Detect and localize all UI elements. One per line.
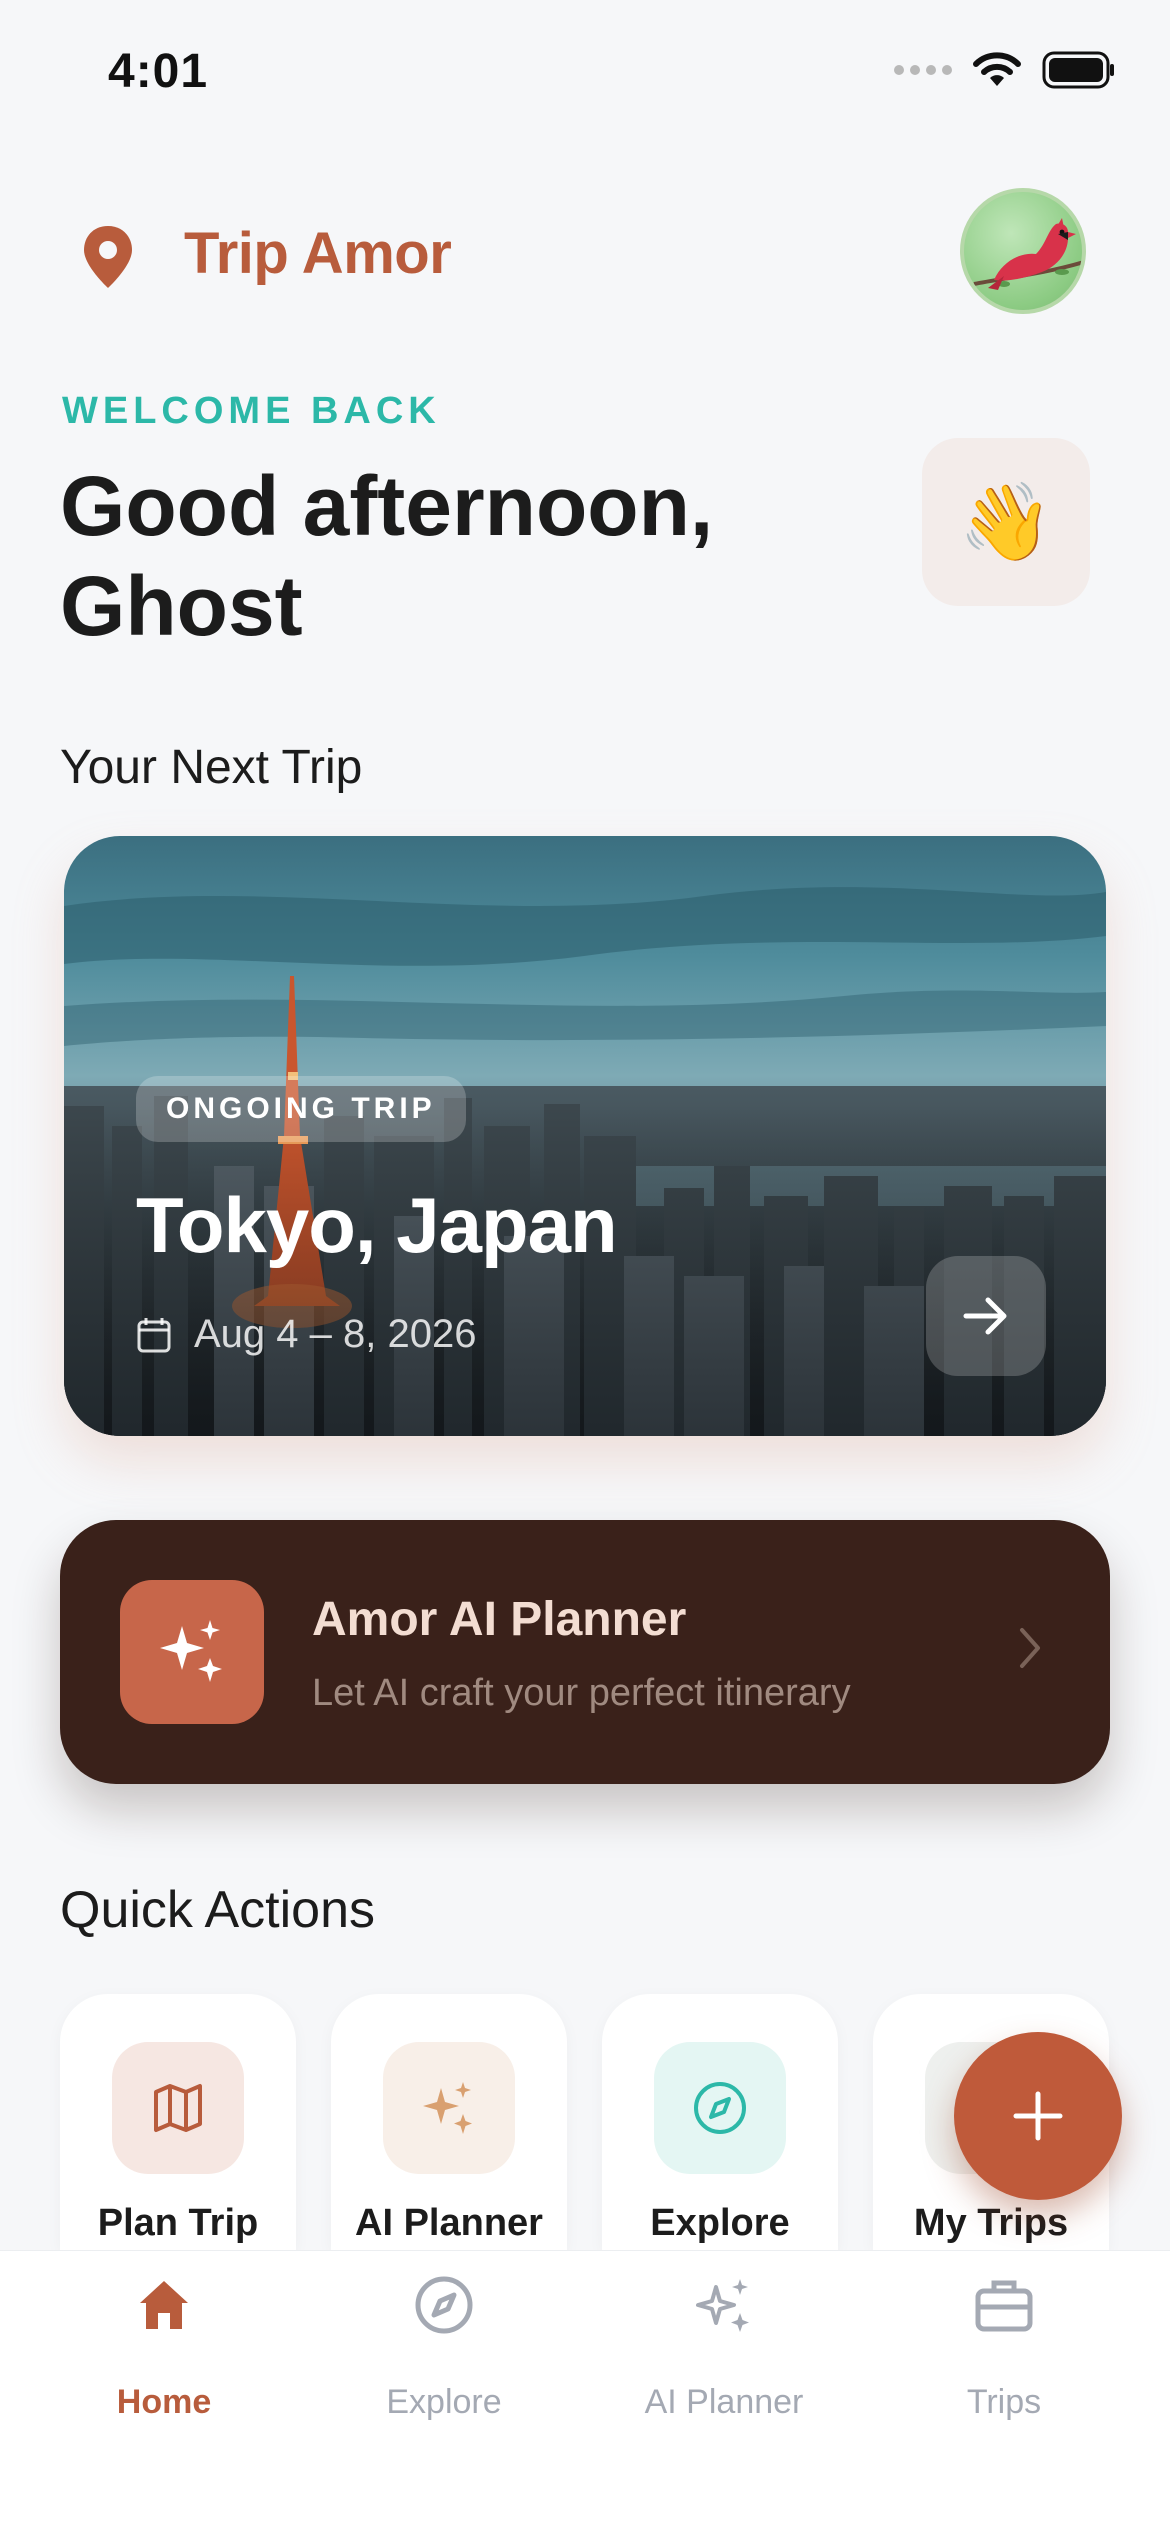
compass-icon [694,2082,746,2134]
battery-icon [1042,51,1114,89]
nav-label: Home [116,2383,212,2421]
status-bar: 4:01 [0,0,1170,150]
bottom-navigation: Home Explore AI Planner Trips [0,2250,1170,2532]
nav-label: Trips [966,2383,1042,2421]
quick-action-label: Explore [650,2202,790,2244]
nav-trips[interactable]: Trips [864,2275,1144,2455]
nav-label: Explore [386,2383,502,2421]
sparkles-icon [696,2279,749,2332]
app-header: Trip Amor [0,180,1170,320]
waving-hand-badge: 👋 [922,438,1090,606]
nav-explore[interactable]: Explore [304,2275,584,2455]
wifi-icon [973,52,1021,86]
location-pin-icon [84,226,132,288]
ai-planner-title: Amor AI Planner [312,1593,687,1646]
open-trip-button[interactable] [926,1256,1046,1376]
map-icon [154,2084,202,2132]
compass-icon [415,2276,473,2334]
quick-action-plan-trip[interactable]: Plan Trip [60,1994,296,2250]
sparkles-icon-box [383,2042,515,2174]
compass-icon-box [654,2042,786,2174]
ai-planner-icon-box [120,1580,264,1724]
nav-ai-planner[interactable]: AI Planner [584,2275,864,2455]
next-trip-title: Your Next Trip [60,741,363,794]
greeting-line-1: Good afternoon, [60,459,714,553]
arrow-right-icon [963,1297,1007,1335]
status-time: 4:01 [108,45,209,98]
sparkles-icon [160,1620,222,1682]
trip-destination: Tokyo, Japan [136,1181,618,1269]
nav-home[interactable]: Home [24,2275,304,2455]
avatar[interactable] [960,188,1086,314]
quick-action-label: AI Planner [355,2202,543,2244]
chevron-right-icon [1020,1628,1040,1668]
calendar-icon [137,1317,171,1352]
waving-hand-icon: 👋 [958,480,1054,565]
nav-label: AI Planner [644,2383,804,2421]
welcome-eyebrow: WELCOME BACK [62,390,441,432]
briefcase-icon [975,2280,1033,2332]
quick-action-explore[interactable]: Explore [602,1994,838,2250]
brand-name: Trip Amor [184,221,452,286]
map-icon-box [112,2042,244,2174]
add-trip-fab[interactable] [954,2032,1122,2200]
cellular-signal-icon [894,65,952,75]
next-trip-card[interactable]: ONGOING TRIP Tokyo, Japan Aug 4 – 8, 202… [64,836,1106,1436]
trip-dates: Aug 4 – 8, 2026 [194,1312,477,1356]
trip-status-badge: ONGOING TRIP [136,1076,466,1142]
greeting-heading: Good afternoon, Ghost [60,456,840,656]
quick-action-ai-planner[interactable]: AI Planner [331,1994,567,2250]
ai-planner-banner[interactable]: Amor AI Planner Let AI craft your perfec… [60,1520,1110,1784]
quick-actions-title: Quick Actions [60,1881,376,1939]
status-icons [894,50,1116,90]
ai-planner-subtitle: Let AI craft your perfect itinerary [312,1672,851,1714]
trip-dates-row: Aug 4 – 8, 2026 [136,1312,476,1357]
home-icon [140,2281,188,2329]
quick-action-label: Plan Trip [97,2202,259,2244]
greeting-line-2: Ghost [60,559,303,653]
cardinal-bird-icon [973,218,1082,290]
plus-icon [1013,2091,1063,2141]
sparkles-icon [423,2082,472,2134]
quick-action-label: My Trips [913,2202,1069,2244]
